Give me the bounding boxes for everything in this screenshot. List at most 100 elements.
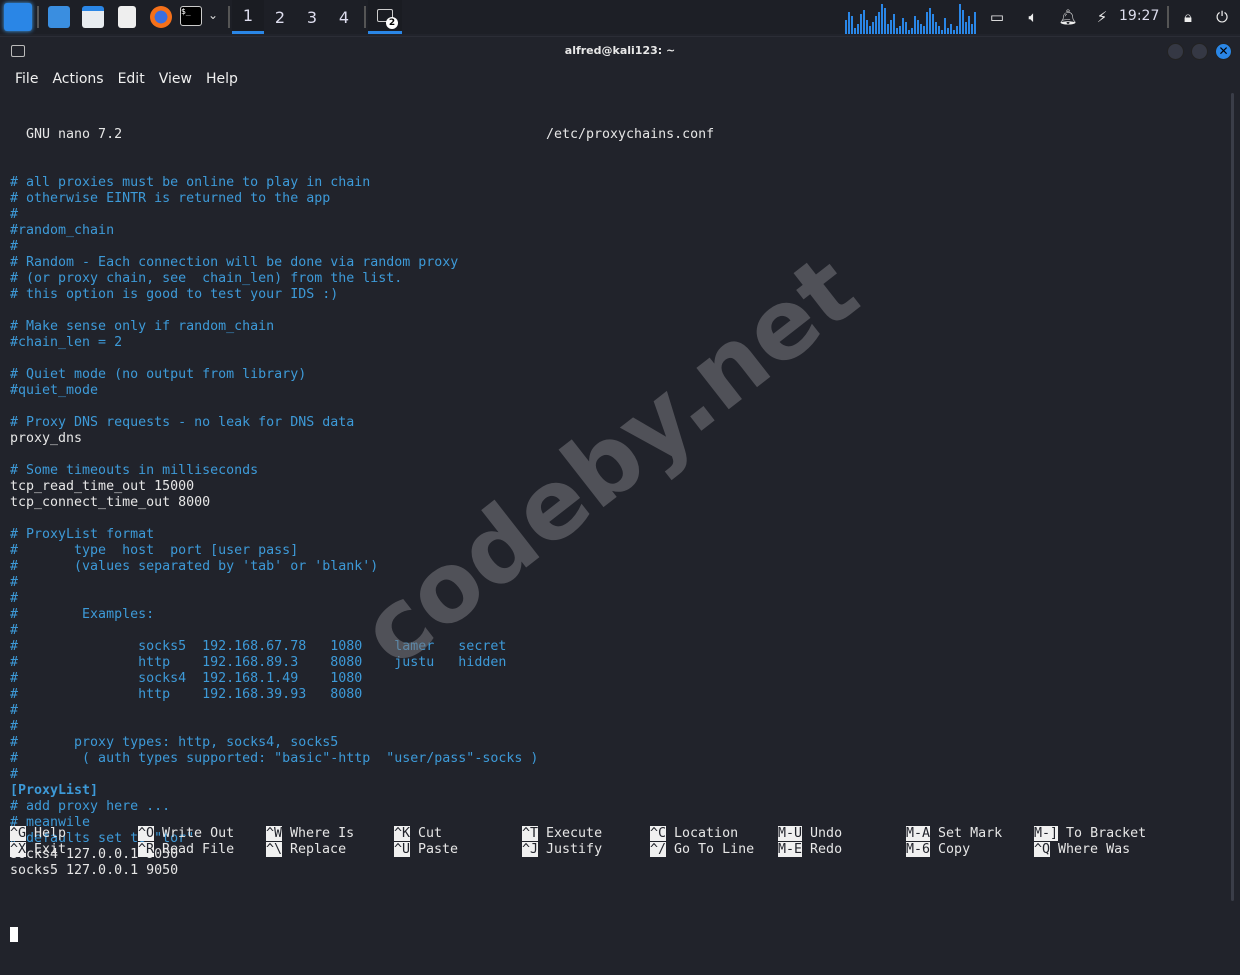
file-line: [10, 511, 1210, 527]
file-line: [10, 879, 1210, 895]
firefox-icon[interactable]: [150, 6, 172, 28]
shortcut-key: ^Q: [1034, 842, 1051, 857]
chevron-down-icon[interactable]: ⌄: [208, 8, 218, 22]
shortcut-label: Undo: [810, 826, 843, 841]
cpu-graph-bar: [932, 14, 934, 34]
shortcut-key: ^O: [138, 826, 155, 841]
file-manager-icon[interactable]: [82, 6, 104, 28]
shortcut-key: ^U: [394, 842, 411, 857]
divider: [228, 6, 230, 28]
cpu-graph-bar: [944, 18, 946, 34]
cpu-graph-bar: [872, 22, 874, 34]
terminal-launcher-icon[interactable]: $_: [180, 6, 202, 26]
power-manager-icon[interactable]: ⚡︎: [1092, 8, 1112, 26]
file-line: # Proxy DNS requests - no leak for DNS d…: [10, 415, 355, 430]
workspace-1[interactable]: 1: [232, 0, 264, 34]
menu-actions[interactable]: Actions: [52, 71, 103, 87]
shortcut-key: ^R: [138, 842, 155, 857]
cpu-graph-bar: [914, 16, 916, 34]
cpu-graph-bar: [956, 26, 958, 34]
maximize-button[interactable]: [1191, 43, 1208, 60]
text-editor-icon[interactable]: [118, 6, 136, 28]
cpu-graph-bar: [848, 12, 850, 34]
close-button[interactable]: ✕: [1215, 43, 1232, 60]
file-line: #random_chain: [10, 223, 115, 238]
cpu-graph-bar: [854, 28, 856, 34]
shortcut-key: ^K: [394, 826, 411, 841]
shortcut-label: Execute: [546, 826, 603, 841]
workspace-2[interactable]: 2: [264, 0, 296, 34]
cpu-graph-bar: [929, 8, 931, 34]
cpu-graph-bar: [908, 30, 910, 34]
shortcut-key: ^J: [522, 842, 539, 857]
menu-file[interactable]: File: [15, 71, 38, 87]
nano-header: GNU nano 7.2/etc/proxychains.conf: [10, 127, 1210, 143]
shortcut-item: ^/ Go To Line: [650, 842, 754, 858]
taskbar: $_ ⌄ 1 2 3 4 2 ▭ 🔈︎ 🔔︎ ⚡︎ 19:27 🔒︎ ⏻: [0, 0, 1240, 34]
cpu-graph-bar: [968, 16, 970, 34]
file-line: # all proxies must be online to play in …: [10, 175, 371, 190]
shortcut-label: To Bracket: [1066, 826, 1147, 841]
file-line: proxy_dns: [10, 431, 83, 446]
network-icon[interactable]: ▭: [987, 8, 1007, 26]
cpu-graph-bar: [923, 26, 925, 34]
shortcut-key: ^\: [266, 842, 283, 857]
shortcut-key: M-]: [1034, 826, 1059, 841]
cpu-graph-bar: [905, 22, 907, 34]
cpu-graph-bar: [878, 12, 880, 34]
file-line: # http 192.168.39.93 8080: [10, 687, 363, 702]
file-line: # Quiet mode (no output from library): [10, 367, 307, 382]
volume-icon[interactable]: 🔈︎: [1023, 8, 1043, 26]
file-name: /etc/proxychains.conf: [546, 127, 715, 142]
terminal-task-button[interactable]: 2: [368, 0, 402, 34]
cpu-graph-bar: [962, 10, 964, 34]
cpu-graph-bar: [893, 14, 895, 34]
shortcut-label: Where Is: [290, 826, 355, 841]
workspace-3[interactable]: 3: [296, 0, 328, 34]
cpu-graph-bar: [851, 16, 853, 34]
shortcut-key: ^W: [266, 826, 283, 841]
terminal-window: alfred@kali123: ~ ✕ File Actions Edit Vi…: [0, 36, 1240, 942]
file-line: # proxy types: http, socks4, socks5: [10, 735, 339, 750]
cpu-graph-bar: [863, 10, 865, 34]
menu-help[interactable]: Help: [206, 71, 238, 87]
file-line: # ( auth types supported: "basic"-http "…: [10, 751, 539, 766]
file-line: #: [10, 239, 19, 254]
workspace-4[interactable]: 4: [328, 0, 360, 34]
scrollbar[interactable]: [1231, 93, 1234, 901]
shortcut-item: ^X Exit: [10, 842, 66, 858]
kali-menu-icon[interactable]: [4, 3, 32, 31]
shortcut-item: ^W Where Is: [266, 826, 354, 842]
file-line: # http 192.168.89.3 8080 justu hidden: [10, 655, 507, 670]
divider: [1167, 6, 1169, 28]
minimize-button[interactable]: [1167, 43, 1184, 60]
shortcut-item: ^\ Replace: [266, 842, 346, 858]
nano-version: GNU nano 7.2: [10, 127, 123, 142]
show-desktop-icon[interactable]: [48, 6, 70, 28]
notification-bell-icon[interactable]: 🔔︎: [1058, 8, 1078, 26]
shortcut-label: Go To Line: [674, 842, 755, 857]
file-line: # (values separated by 'tab' or 'blank'): [10, 559, 379, 574]
menu-edit[interactable]: Edit: [118, 71, 145, 87]
file-line: #: [10, 623, 19, 638]
shortcut-item: ^U Paste: [394, 842, 458, 858]
cpu-graph-bar: [965, 22, 967, 34]
shortcut-label: Cut: [418, 826, 443, 841]
file-line: tcp_read_time_out 15000: [10, 479, 195, 494]
file-line: #: [10, 207, 19, 222]
clock[interactable]: 19:27: [1119, 8, 1159, 24]
lock-icon[interactable]: 🔒︎: [1178, 8, 1198, 26]
logout-icon[interactable]: ⏻: [1212, 8, 1232, 26]
shortcut-label: Set Mark: [938, 826, 1003, 841]
cpu-graph-bar: [950, 24, 952, 34]
cpu-graph-bar: [920, 24, 922, 34]
menu-view[interactable]: View: [159, 71, 192, 87]
file-line: # socks4 192.168.1.49 1080: [10, 671, 363, 686]
shortcut-label: Read File: [162, 842, 235, 857]
file-line: #chain_len = 2: [10, 335, 123, 350]
cpu-graph-bar: [953, 30, 955, 34]
shortcut-item: ^R Read File: [138, 842, 234, 858]
shortcut-item: ^G Help: [10, 826, 66, 842]
shortcut-label: Location: [674, 826, 739, 841]
title-bar[interactable]: alfred@kali123: ~ ✕: [0, 37, 1240, 65]
